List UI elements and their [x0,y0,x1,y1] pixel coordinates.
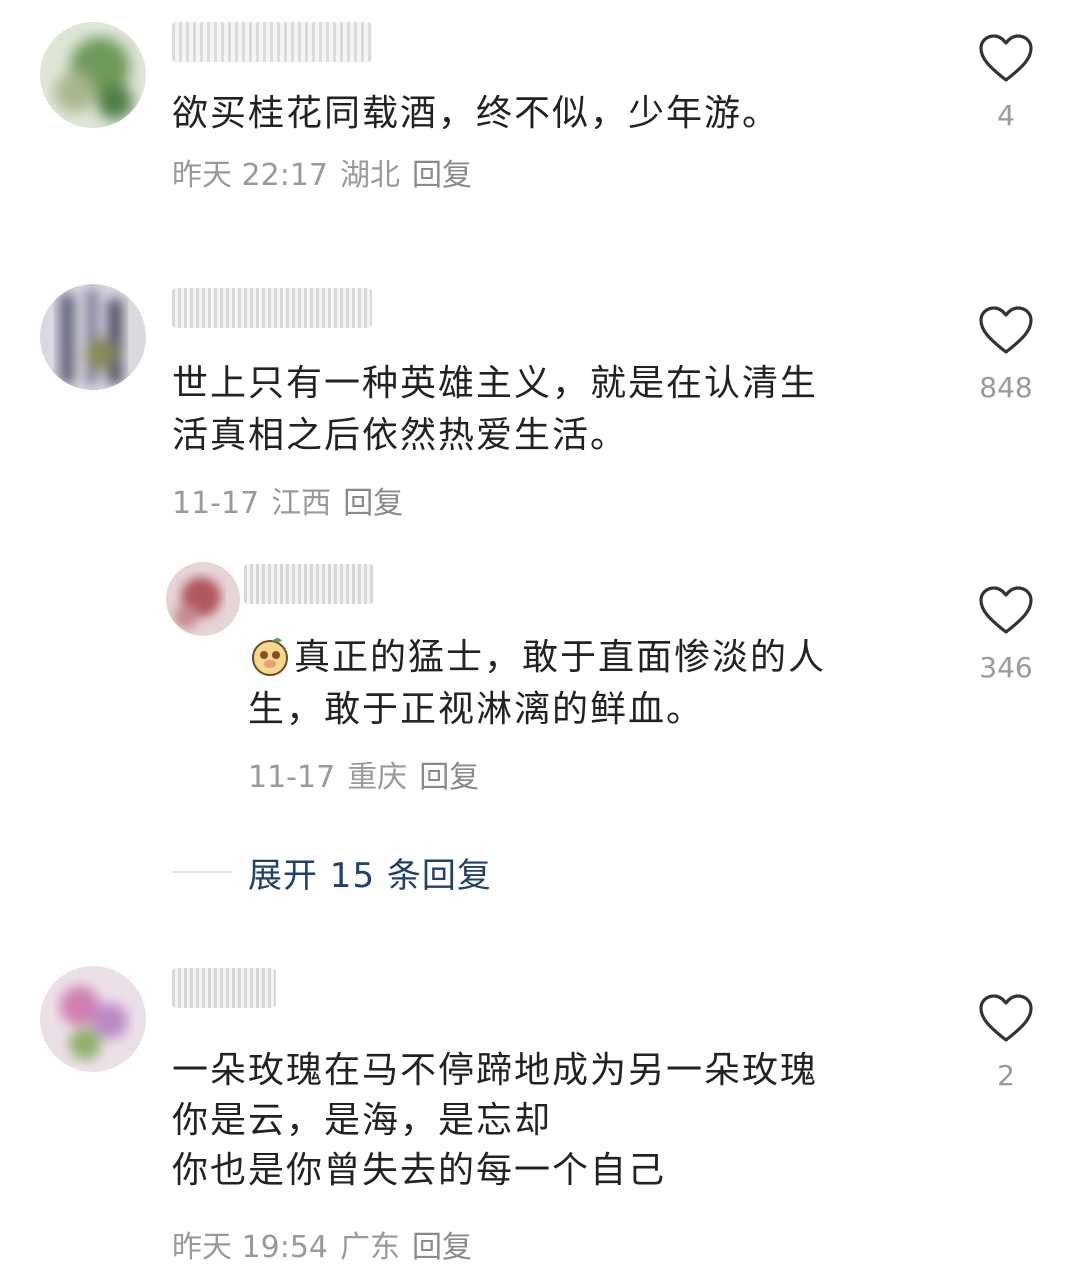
comment-meta: 昨天 22:17 湖北 回复 [172,156,484,196]
avatar[interactable] [40,22,146,128]
comment-region: 江西 [271,486,332,521]
comment-time: 昨天 22:17 [172,158,328,193]
expand-replies-label: 展开 15 条回复 [248,855,492,896]
like-button[interactable]: 346 [966,586,1046,686]
reply-button[interactable]: 回复 [412,1230,472,1265]
like-count: 346 [979,651,1033,684]
username-blurred[interactable] [172,288,372,328]
divider-line [172,871,232,873]
comment-region: 湖北 [340,158,400,193]
like-count: 2 [997,1059,1015,1092]
comment-time: 11-17 [172,486,260,521]
username-blurred[interactable] [172,968,276,1008]
like-button[interactable]: 848 [966,306,1046,406]
comment-region: 广东 [340,1230,400,1265]
heart-outline-icon [979,306,1033,354]
comment-text: 欲买桂花同载酒，终不似，少年游。 [172,93,781,134]
reply-time: 11-17 [248,760,336,795]
reply-button[interactable]: 回复 [419,760,479,795]
avatar[interactable] [40,284,146,390]
like-button[interactable]: 4 [966,34,1046,134]
username-blurred[interactable] [244,564,374,604]
heart-outline-icon [979,994,1033,1042]
heart-outline-icon [979,586,1033,634]
avatar[interactable] [40,966,146,1072]
bear-face-emoji-icon [248,633,292,677]
heart-outline-icon [979,34,1033,82]
comment-text: 一朵玫瑰在马不停蹄地成为另一朵玫瑰 你是云，是海，是忘却 你也是你曾失去的每一个… [172,1050,819,1191]
reply-button[interactable]: 回复 [412,158,472,193]
avatar[interactable] [166,562,240,636]
comment-text: 世上只有一种英雄主义，就是在认清生 活真相之后依然热爱生活。 [172,363,819,456]
like-button[interactable]: 2 [966,994,1046,1094]
reply-region: 重庆 [347,760,408,795]
like-count: 4 [997,99,1015,132]
reply-meta: 11-17 重庆 回复 [248,758,491,798]
username-blurred[interactable] [172,22,372,62]
reply-text: 真正的猛士，敢于直面惨淡的人 生，敢于正视淋漓的鲜血。 [248,632,826,736]
expand-replies-button[interactable]: 展开 15 条回复 [172,848,492,896]
reply-button[interactable]: 回复 [343,486,403,521]
comment-meta: 11-17 江西 回复 [172,484,415,524]
comment-meta: 昨天 19:54 广东 回复 [172,1228,484,1268]
like-count: 848 [979,371,1033,404]
comment-time: 昨天 19:54 [172,1230,328,1265]
